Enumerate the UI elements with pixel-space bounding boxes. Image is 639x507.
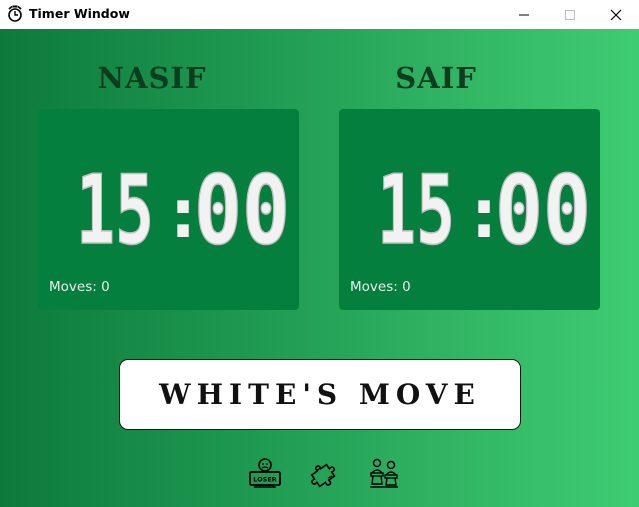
chess-players-icon[interactable] <box>367 456 401 490</box>
alarm-clock-icon <box>8 5 22 22</box>
title-bar: Timer Window <box>0 0 639 29</box>
clock-minutes-left: 15 <box>76 161 154 251</box>
turn-indicator: WHITE'S MOVE <box>119 359 521 430</box>
moves-count-left: Moves: 0 <box>49 279 110 295</box>
close-button[interactable] <box>593 0 639 29</box>
clock-display-left: 15 : 00 <box>76 161 291 251</box>
clock-minutes-right: 15 <box>377 161 455 251</box>
player-name-right: SAIF <box>395 61 477 95</box>
close-icon <box>610 9 622 20</box>
clock-seconds-left: 00 <box>194 161 290 251</box>
clock-seconds-right: 00 <box>495 161 591 251</box>
maximize-button[interactable] <box>547 0 593 29</box>
turn-indicator-text: WHITE'S MOVE <box>159 378 481 411</box>
clock-display-right: 15 : 00 <box>377 161 592 251</box>
timer-panel: NASIF SAIF 15 : 00 Moves: 0 15 : 00 Move… <box>0 29 639 507</box>
player-name-left: NASIF <box>97 61 207 95</box>
minimize-button[interactable] <box>501 0 547 29</box>
puzzle-icon[interactable] <box>308 456 342 490</box>
window-title: Timer Window <box>29 6 130 21</box>
loser-icon[interactable]: LOSER <box>248 456 282 490</box>
clock-right: 15 : 00 Moves: 0 <box>339 109 600 310</box>
moves-count-right: Moves: 0 <box>350 279 411 295</box>
clock-left: 15 : 00 Moves: 0 <box>38 109 299 310</box>
maximize-icon <box>565 9 575 20</box>
loser-badge-text: LOSER <box>253 476 277 484</box>
minimize-icon <box>519 14 529 15</box>
